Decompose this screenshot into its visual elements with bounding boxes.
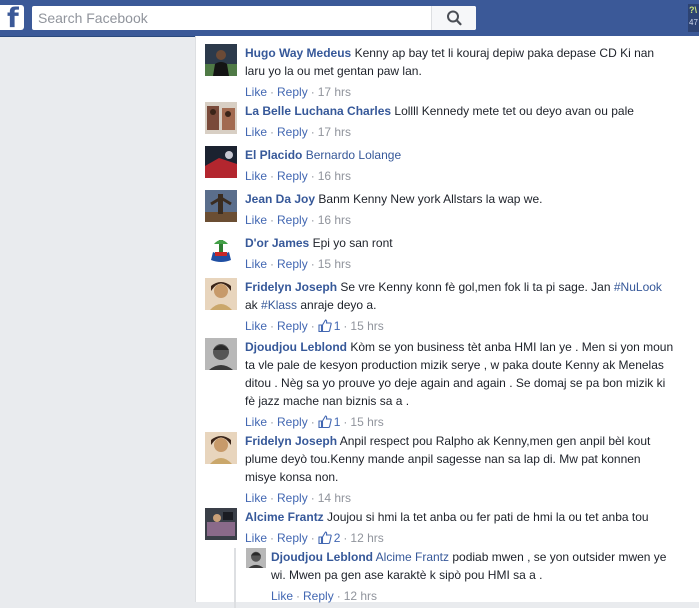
comment-text: Lollll Kennedy mete tet ou deyo avan ou … bbox=[394, 104, 634, 118]
comment-body: Fridelyn Joseph Se vre Kenny konn fè gol… bbox=[245, 278, 675, 334]
avatar[interactable] bbox=[205, 338, 237, 370]
like-count[interactable]: 2 bbox=[318, 531, 340, 545]
comment-author[interactable]: Fridelyn Joseph bbox=[245, 280, 337, 294]
comment-text: Epi yo san ront bbox=[312, 236, 393, 250]
like-button[interactable]: Like bbox=[245, 169, 267, 183]
avatar[interactable] bbox=[205, 102, 237, 134]
comment-actions: Like · Reply · 16 hrs bbox=[245, 169, 352, 183]
comment-timestamp[interactable]: 16 hrs bbox=[318, 169, 351, 183]
reply-button[interactable]: Reply bbox=[277, 531, 308, 545]
comment-timestamp[interactable]: 15 hrs bbox=[318, 257, 351, 271]
like-button[interactable]: Like bbox=[245, 415, 267, 429]
reply-button[interactable]: Reply bbox=[277, 85, 308, 99]
like-button[interactable]: Like bbox=[245, 491, 267, 505]
reply-button[interactable]: Reply bbox=[277, 213, 308, 227]
comment-timestamp[interactable]: 17 hrs bbox=[318, 85, 351, 99]
comment-timestamp[interactable]: 12 hrs bbox=[350, 531, 383, 545]
comment-actions: Like · Reply · 15 hrs bbox=[245, 257, 352, 271]
avatar[interactable] bbox=[205, 432, 237, 464]
comment-actions: Like · Reply · 1 · 15 hrs bbox=[245, 415, 384, 429]
comment-author[interactable]: La Belle Luchana Charles bbox=[245, 104, 391, 118]
like-button[interactable]: Like bbox=[271, 589, 293, 603]
avatar[interactable] bbox=[205, 234, 237, 266]
comment-timestamp[interactable]: 15 hrs bbox=[350, 319, 383, 333]
comment-author[interactable]: Jean Da Joy bbox=[245, 192, 315, 206]
comment-body: Hugo Way Medeus Kenny ap bay tet li kour… bbox=[245, 44, 675, 100]
comment-body: D'or James Epi yo san ront Like · Reply · 15… bbox=[245, 234, 675, 272]
reply-thread: Djoudjou Leblond Alcime Frantz podiab mw… bbox=[234, 548, 688, 608]
thumbs-up-icon bbox=[318, 319, 332, 332]
comment-author[interactable]: D'or James bbox=[245, 236, 309, 250]
comment-timestamp[interactable]: 14 hrs bbox=[318, 491, 351, 505]
avatar[interactable] bbox=[205, 190, 237, 222]
like-count[interactable]: 1 bbox=[318, 319, 340, 333]
reply-button[interactable]: Reply bbox=[277, 257, 308, 271]
reply-button[interactable]: Reply bbox=[277, 415, 308, 429]
comments-panel: Hugo Way Medeus Kenny ap bay tet li kour… bbox=[195, 36, 699, 608]
reply-button[interactable]: Reply bbox=[277, 125, 308, 139]
reply-button[interactable]: Reply bbox=[277, 169, 308, 183]
tagged-user-link[interactable]: Bernardo Lolange bbox=[306, 148, 401, 162]
like-count[interactable]: 1 bbox=[318, 415, 340, 429]
comment-text: Banm Kenny New york Allstars la wap we. bbox=[318, 192, 543, 206]
comment-timestamp[interactable]: 12 hrs bbox=[344, 589, 377, 603]
search-button[interactable] bbox=[431, 6, 476, 30]
comment-body: Djoudjou Leblond Alcime Frantz podiab mw… bbox=[271, 548, 671, 604]
reply-button[interactable]: Reply bbox=[277, 319, 308, 333]
comment-body: Jean Da Joy Banm Kenny New york Allstars… bbox=[245, 190, 675, 228]
like-button[interactable]: Like bbox=[245, 319, 267, 333]
like-button[interactable]: Like bbox=[245, 125, 267, 139]
facebook-logo-icon[interactable]: f bbox=[0, 5, 24, 30]
hashtag-link[interactable]: #Klass bbox=[261, 298, 297, 312]
comment-author[interactable]: El Placido bbox=[245, 148, 302, 162]
comment-body: Alcime Frantz Joujou si hmi la tet anba … bbox=[245, 508, 675, 546]
search-input[interactable] bbox=[32, 6, 434, 30]
like-button[interactable]: Like bbox=[245, 531, 267, 545]
comment-author[interactable]: Fridelyn Joseph bbox=[245, 434, 337, 448]
comment-actions: Like · Reply · 17 hrs bbox=[245, 85, 352, 99]
tagged-user-link[interactable]: Alcime Frantz bbox=[376, 550, 449, 564]
avatar[interactable] bbox=[205, 146, 237, 178]
search-icon bbox=[447, 10, 462, 26]
comment-timestamp[interactable]: 17 hrs bbox=[318, 125, 351, 139]
comment-actions: Like · Reply · 1 · 15 hrs bbox=[245, 319, 384, 333]
comment-body: Djoudjou Leblond Kòm se yon business tèt… bbox=[245, 338, 675, 430]
comment-body: El Placido Bernardo Lolange Like · Reply · 1… bbox=[245, 146, 675, 184]
comment-actions: Like · Reply · 16 hrs bbox=[245, 213, 352, 227]
comment-timestamp[interactable]: 16 hrs bbox=[318, 213, 351, 227]
comment-body: Fridelyn Joseph Anpil respect pou Ralpho… bbox=[245, 432, 675, 506]
like-button[interactable]: Like bbox=[245, 85, 267, 99]
comment-author[interactable]: Djoudjou Leblond bbox=[271, 550, 373, 564]
notification-corner-badge[interactable]: ?\ 47 bbox=[688, 4, 699, 32]
reply-button[interactable]: Reply bbox=[277, 491, 308, 505]
comment-author[interactable]: Djoudjou Leblond bbox=[245, 340, 347, 354]
reply-button[interactable]: Reply bbox=[303, 589, 334, 603]
comment-text: Joujou si hmi la tet anba ou fer pati de… bbox=[327, 510, 649, 524]
like-button[interactable]: Like bbox=[245, 257, 267, 271]
comment-actions: Like · Reply · 17 hrs bbox=[245, 125, 352, 139]
comment-actions: Like · Reply · 14 hrs bbox=[245, 491, 352, 505]
avatar[interactable] bbox=[205, 44, 237, 76]
search-box bbox=[32, 6, 476, 30]
avatar[interactable] bbox=[246, 548, 266, 568]
thumbs-up-icon bbox=[318, 415, 332, 428]
top-bar: f ?\ 47 bbox=[0, 0, 699, 37]
avatar[interactable] bbox=[205, 278, 237, 310]
comment-body: La Belle Luchana Charles Lollll Kennedy … bbox=[245, 102, 675, 140]
comment-author[interactable]: Alcime Frantz bbox=[245, 510, 324, 524]
comment-timestamp[interactable]: 15 hrs bbox=[350, 415, 383, 429]
like-button[interactable]: Like bbox=[245, 213, 267, 227]
comment-author[interactable]: Hugo Way Medeus bbox=[245, 46, 351, 60]
avatar[interactable] bbox=[205, 508, 237, 540]
thumbs-up-icon bbox=[318, 531, 332, 544]
comment-actions: Like · Reply · 2 · 12 hrs bbox=[245, 531, 384, 545]
hashtag-link[interactable]: #NuLook bbox=[614, 280, 662, 294]
